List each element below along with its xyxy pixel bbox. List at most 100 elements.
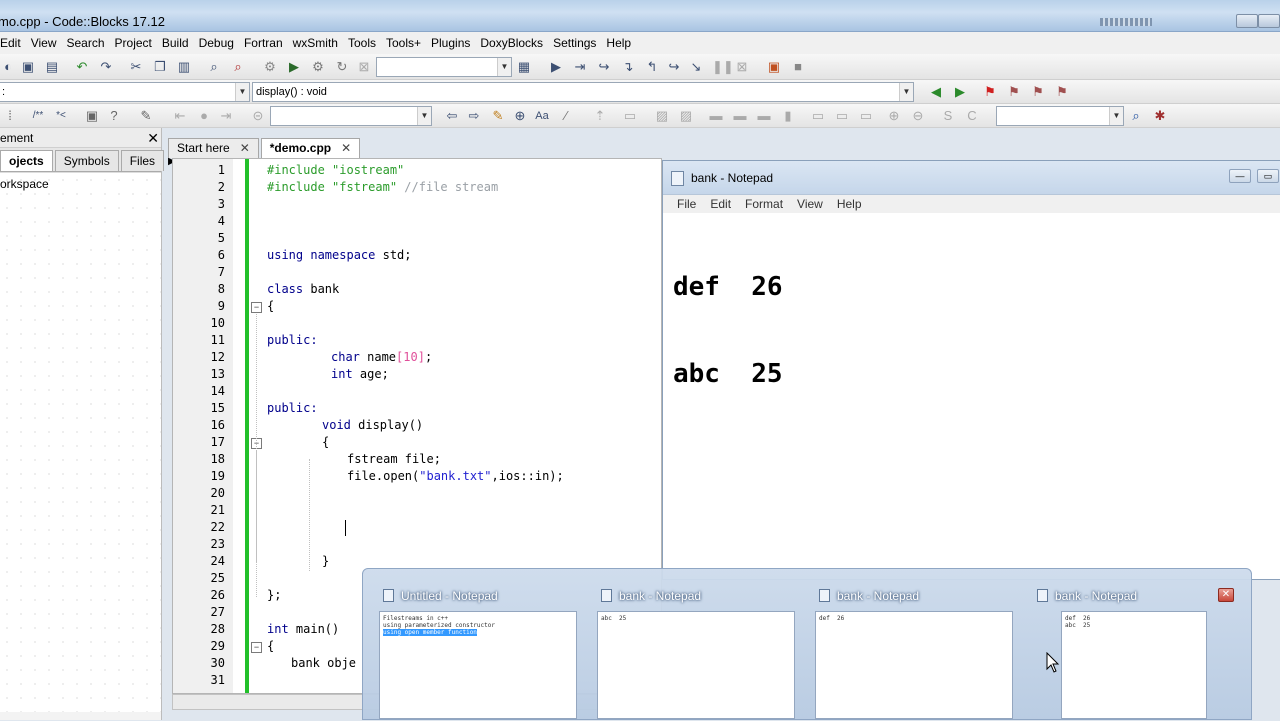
- thumbnail-bank-notepad-1[interactable]: bank - Notepad abc 25: [597, 569, 807, 721]
- nav-last-icon[interactable]: ⇥: [218, 108, 234, 124]
- tab-symbols[interactable]: Symbols: [54, 150, 119, 171]
- debug-windows-icon[interactable]: ▣: [766, 59, 782, 75]
- menu-build[interactable]: Build: [162, 36, 189, 50]
- abort-icon[interactable]: ⊠: [356, 59, 372, 75]
- run-to-cursor-icon[interactable]: ⇥: [572, 59, 588, 75]
- notepad-menu-format[interactable]: Format: [745, 197, 783, 211]
- nav-stop-icon[interactable]: ●: [196, 108, 212, 124]
- settings-icon[interactable]: ✱: [1152, 108, 1168, 124]
- thumbnail-untitled-notepad[interactable]: Untitled - Notepad Filestreams in c++ usi…: [379, 569, 589, 721]
- menu-tools-plus[interactable]: Tools+: [386, 36, 421, 50]
- paint-icon[interactable]: ▨: [678, 108, 694, 124]
- menu-help[interactable]: Help: [606, 36, 631, 50]
- step-into-icon[interactable]: ↴: [620, 59, 636, 75]
- frame-icon[interactable]: ▭: [622, 108, 638, 124]
- layout-6-icon[interactable]: ▭: [834, 108, 850, 124]
- rebuild-icon[interactable]: ↻: [334, 59, 350, 75]
- search-icon[interactable]: ⌕: [1128, 108, 1144, 124]
- thumbnail-bank-notepad-3[interactable]: bank - Notepad def 26 abc 25: [1033, 569, 1243, 721]
- next-line-icon[interactable]: ↪: [596, 59, 612, 75]
- menu-edit[interactable]: Edit: [0, 36, 21, 50]
- undo-icon[interactable]: ↶: [74, 59, 90, 75]
- doxy-config-icon[interactable]: ✎: [138, 108, 154, 124]
- doxy-combo[interactable]: ▼: [270, 106, 432, 126]
- close-icon[interactable]: ✕: [147, 128, 159, 148]
- zoom-in-icon[interactable]: ⊕: [886, 108, 902, 124]
- debug-icon[interactable]: ▶: [548, 59, 564, 75]
- stop-debug-icon[interactable]: ⊠: [734, 59, 750, 75]
- next-instruction-icon[interactable]: ↪: [666, 59, 682, 75]
- layout-7-icon[interactable]: ▭: [858, 108, 874, 124]
- doxy-help-icon[interactable]: ?: [106, 108, 122, 124]
- debug-info-icon[interactable]: ■: [790, 59, 806, 75]
- menu-wxsmith[interactable]: wxSmith: [293, 36, 338, 50]
- target-dialog-icon[interactable]: ▦: [516, 59, 532, 75]
- bookmark-prev-icon[interactable]: ⚑: [1006, 84, 1022, 100]
- doxy-comment-icon[interactable]: /**: [28, 108, 48, 124]
- tab-projects[interactable]: ojects: [0, 150, 53, 171]
- layout-3-icon[interactable]: ▬: [756, 108, 772, 124]
- match-icon[interactable]: ⊕: [512, 108, 528, 124]
- build-target-combo[interactable]: ▼: [376, 57, 512, 77]
- bookmark-clear-icon[interactable]: ⚑: [1054, 84, 1070, 100]
- nav-disabled-icon[interactable]: ⊝: [250, 108, 266, 124]
- maximize-button[interactable]: ▭: [1257, 169, 1279, 183]
- find-icon[interactable]: ⌕: [206, 59, 222, 75]
- save-all-icon[interactable]: ▤: [44, 59, 60, 75]
- close-icon[interactable]: ✕: [341, 139, 351, 158]
- pause-icon[interactable]: ❚❚: [712, 59, 734, 75]
- minimize-button[interactable]: —: [1229, 169, 1251, 183]
- fold-marker[interactable]: −: [251, 302, 262, 313]
- minimize-button[interactable]: [1236, 14, 1258, 28]
- search-combo[interactable]: ▼: [996, 106, 1124, 126]
- tab-demo-cpp[interactable]: *demo.cpp ✕: [260, 138, 361, 158]
- menu-debug[interactable]: Debug: [199, 36, 234, 50]
- menu-view[interactable]: View: [31, 36, 57, 50]
- maximize-button[interactable]: [1258, 14, 1280, 28]
- menu-doxyblocks[interactable]: DoxyBlocks: [480, 36, 543, 50]
- menu-plugins[interactable]: Plugins: [431, 36, 470, 50]
- nav-first-icon[interactable]: ⇤: [172, 108, 188, 124]
- tab-start-here[interactable]: Start here ✕: [168, 138, 259, 158]
- build-run-icon[interactable]: ⚙: [310, 59, 326, 75]
- zoom-out-icon[interactable]: ⊖: [910, 108, 926, 124]
- bookmark-toggle-icon[interactable]: ⚑: [982, 84, 998, 100]
- doxy-line-comment-icon[interactable]: *<: [52, 108, 70, 124]
- arrow-right-icon[interactable]: ⇨: [466, 108, 482, 124]
- thumbnail-bank-notepad-2[interactable]: bank - Notepad def 26: [815, 569, 1025, 721]
- step-out-icon[interactable]: ↰: [644, 59, 660, 75]
- run-icon[interactable]: ▶: [286, 59, 302, 75]
- scope-combo[interactable]: : ▼: [0, 82, 250, 102]
- text-icon[interactable]: Aa: [534, 108, 550, 124]
- redo-icon[interactable]: ↷: [98, 59, 114, 75]
- jump-forward-icon[interactable]: ▶: [952, 84, 968, 100]
- replace-icon[interactable]: ⌕: [230, 59, 246, 75]
- c-icon[interactable]: C: [964, 108, 980, 124]
- layout-1-icon[interactable]: ▬: [708, 108, 724, 124]
- close-icon[interactable]: ✕: [240, 139, 250, 158]
- select-icon[interactable]: ⇡: [592, 108, 608, 124]
- arrow-left-icon[interactable]: ⇦: [444, 108, 460, 124]
- menu-tools[interactable]: Tools: [348, 36, 376, 50]
- menu-search[interactable]: Search: [66, 36, 104, 50]
- image-icon[interactable]: ▨: [654, 108, 670, 124]
- layout-5-icon[interactable]: ▭: [810, 108, 826, 124]
- doxy-extract-icon[interactable]: ▣: [84, 108, 100, 124]
- highlight-icon[interactable]: ✎: [490, 108, 506, 124]
- tree-item-workspace[interactable]: orkspace: [0, 177, 161, 191]
- menu-settings[interactable]: Settings: [553, 36, 596, 50]
- cut-icon[interactable]: ✂: [128, 59, 144, 75]
- close-icon[interactable]: ✕: [1218, 588, 1234, 602]
- s-icon[interactable]: S: [940, 108, 956, 124]
- bookmark-next-icon[interactable]: ⚑: [1030, 84, 1046, 100]
- menu-fortran[interactable]: Fortran: [244, 36, 283, 50]
- function-combo[interactable]: display() : void ▼: [252, 82, 914, 102]
- notepad-text-area[interactable]: def 26 abc 25: [663, 213, 1280, 449]
- clear-icon[interactable]: ⁄: [558, 108, 574, 124]
- open-file-icon[interactable]: ◐: [0, 59, 16, 75]
- notepad-menu-edit[interactable]: Edit: [710, 197, 731, 211]
- notepad-menu-help[interactable]: Help: [837, 197, 862, 211]
- notepad-menu-view[interactable]: View: [797, 197, 823, 211]
- save-icon[interactable]: ▣: [20, 59, 36, 75]
- build-icon[interactable]: ⚙: [262, 59, 278, 75]
